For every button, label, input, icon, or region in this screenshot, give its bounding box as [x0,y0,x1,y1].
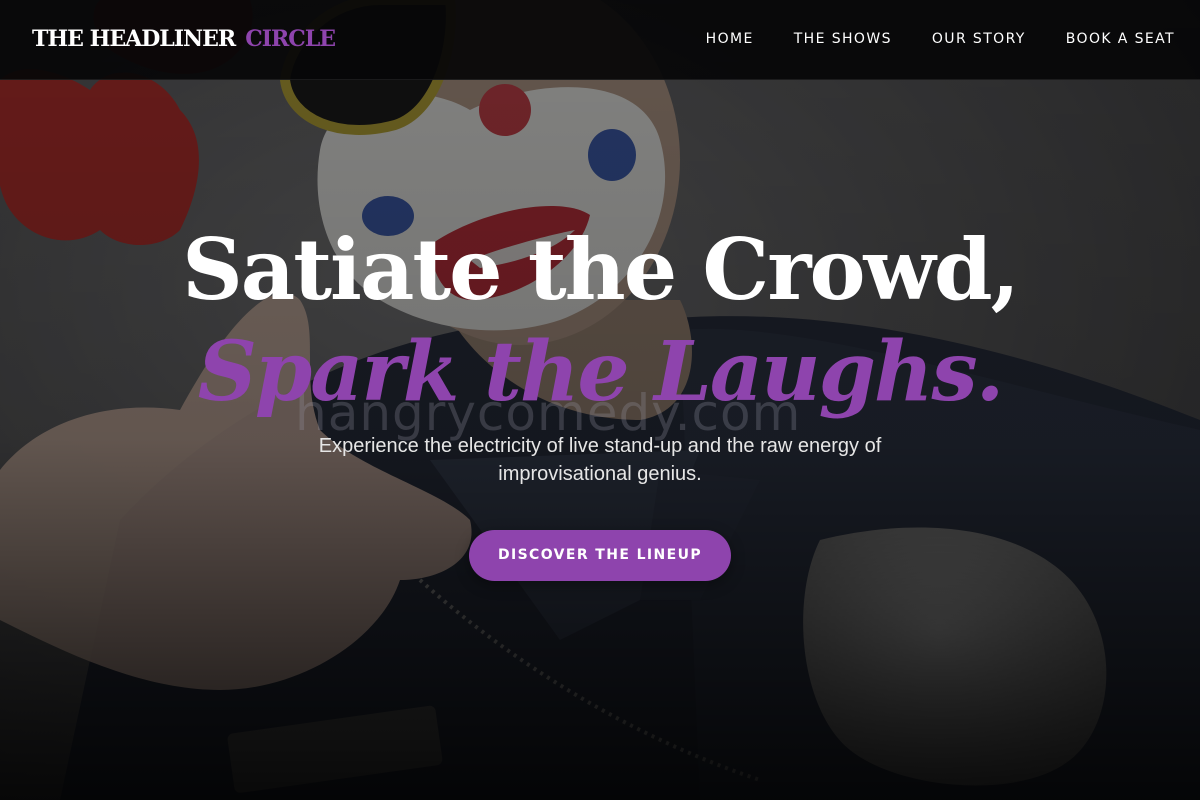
logo-accent-text: CIRCLE [245,26,336,52]
hero-headline-line-2: Spark the Laughs. [197,324,1005,420]
nav-link-the-shows[interactable]: THE SHOWS [794,31,892,47]
top-navigation-bar: THE HEADLINER CIRCLE HOME THE SHOWS OUR S… [0,0,1200,80]
discover-lineup-button[interactable]: DISCOVER THE LINEUP [469,530,731,581]
hero-content: Satiate the Crowd, Spark the Laughs. Exp… [0,218,1200,581]
hero-headline-line-1: Satiate the Crowd, [182,220,1020,319]
logo-main-text: THE HEADLINER [32,26,236,52]
nav-link-our-story[interactable]: OUR STORY [932,31,1026,47]
hero-subtitle: Experience the electricity of live stand… [318,435,882,485]
nav-link-home[interactable]: HOME [706,31,754,47]
hero-section: hangrycomedy.com THE HEADLINER CIRCLE HOM… [0,0,1200,800]
main-nav: HOME THE SHOWS OUR STORY BOOK A SEAT [706,31,1175,47]
site-logo[interactable]: THE HEADLINER CIRCLE [32,26,336,52]
nav-link-book-a-seat[interactable]: BOOK A SEAT [1066,31,1175,47]
hero-headline: Satiate the Crowd, Spark the Laughs. [0,218,1200,422]
